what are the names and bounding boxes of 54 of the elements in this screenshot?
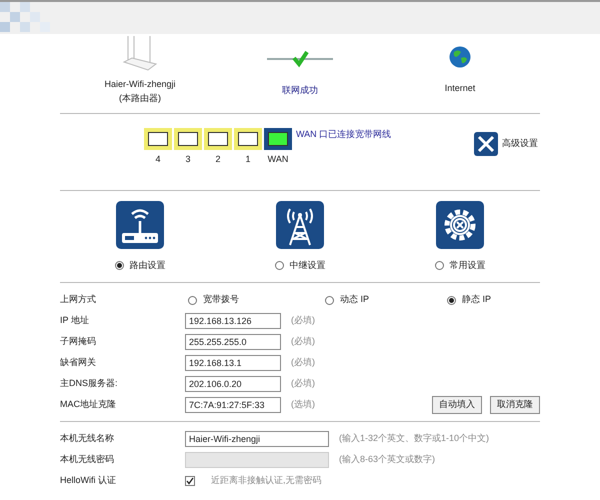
radio-button[interactable] bbox=[114, 261, 124, 270]
field-label: 主DNS服务器: bbox=[60, 377, 119, 390]
input-field[interactable]: Haier-Wifi-zhengji bbox=[185, 431, 329, 447]
field-label: 本机无线名称 bbox=[60, 432, 115, 446]
mode-label: 路由设置 bbox=[130, 259, 166, 272]
wan-status-text: WAN 口已连接宽带网线 bbox=[296, 128, 392, 141]
router-icon[interactable] bbox=[116, 201, 164, 249]
field-label: MAC地址克隆 bbox=[60, 398, 117, 412]
mode-label: 中继设置 bbox=[290, 259, 326, 272]
port-label: 1 bbox=[245, 153, 250, 166]
radio-label: 动态 IP bbox=[340, 293, 370, 306]
input-field[interactable]: 192.168.13.1 bbox=[185, 355, 281, 371]
advanced-settings-link[interactable]: 高级设置 bbox=[502, 137, 538, 151]
action-button[interactable]: 取消克隆 bbox=[490, 396, 540, 414]
checkbox-label: 近距离非接触认证,无需密码 bbox=[211, 474, 322, 488]
hint-text: (选填) bbox=[291, 398, 315, 412]
port-label: 2 bbox=[215, 153, 220, 166]
gear-icon[interactable] bbox=[436, 201, 484, 249]
mode-label: 常用设置 bbox=[450, 259, 486, 272]
hint-text: (必填) bbox=[291, 335, 315, 348]
input-field[interactable]: 7C:7A:91:27:5F:33 bbox=[185, 397, 281, 413]
action-button[interactable]: 自动填入 bbox=[432, 396, 482, 414]
field-label: HelloWifi 认证 bbox=[60, 474, 118, 488]
checkbox[interactable] bbox=[185, 476, 195, 486]
field-label: 本机无线密码 bbox=[60, 453, 115, 466]
radio-button[interactable] bbox=[274, 261, 284, 270]
field-label: 子网掩码 bbox=[60, 335, 97, 348]
radio-button[interactable] bbox=[188, 296, 197, 304]
internet-label: Internet bbox=[444, 82, 476, 94]
connected-check-icon bbox=[267, 50, 333, 68]
radio-button[interactable] bbox=[325, 296, 334, 304]
field-label: 缺省网关 bbox=[60, 356, 97, 370]
hint-text: (必填) bbox=[291, 356, 315, 370]
tower-icon[interactable] bbox=[276, 201, 324, 249]
hint-text: (必填) bbox=[291, 314, 315, 328]
port-label: 3 bbox=[185, 153, 190, 166]
radio-label: 宽带拨号 bbox=[203, 293, 239, 306]
port-label: WAN bbox=[268, 153, 288, 166]
field-label: IP 地址 bbox=[60, 314, 90, 328]
field-label: 上网方式 bbox=[60, 293, 97, 306]
globe-icon bbox=[449, 46, 471, 68]
radio-label: 静态 IP bbox=[462, 293, 492, 306]
input-field[interactable]: 192.168.13.126 bbox=[185, 313, 281, 329]
hint-text: (输入1-32个英文、数字或1-10个中文) bbox=[339, 432, 490, 446]
router-name: Haier-Wifi-zhengji bbox=[104, 78, 176, 91]
connection-status: 联网成功 bbox=[282, 84, 318, 96]
port-label: 4 bbox=[155, 153, 160, 166]
input-field[interactable]: 255.255.255.0 bbox=[185, 334, 281, 350]
input-field[interactable]: 202.106.0.20 bbox=[185, 376, 281, 392]
radio-button[interactable] bbox=[434, 261, 444, 270]
hint-text: (必填) bbox=[291, 377, 315, 390]
router-note: (本路由器) bbox=[119, 92, 161, 105]
hint-text: (输入8-63个英文或数字) bbox=[339, 453, 436, 466]
radio-button[interactable] bbox=[447, 296, 456, 304]
